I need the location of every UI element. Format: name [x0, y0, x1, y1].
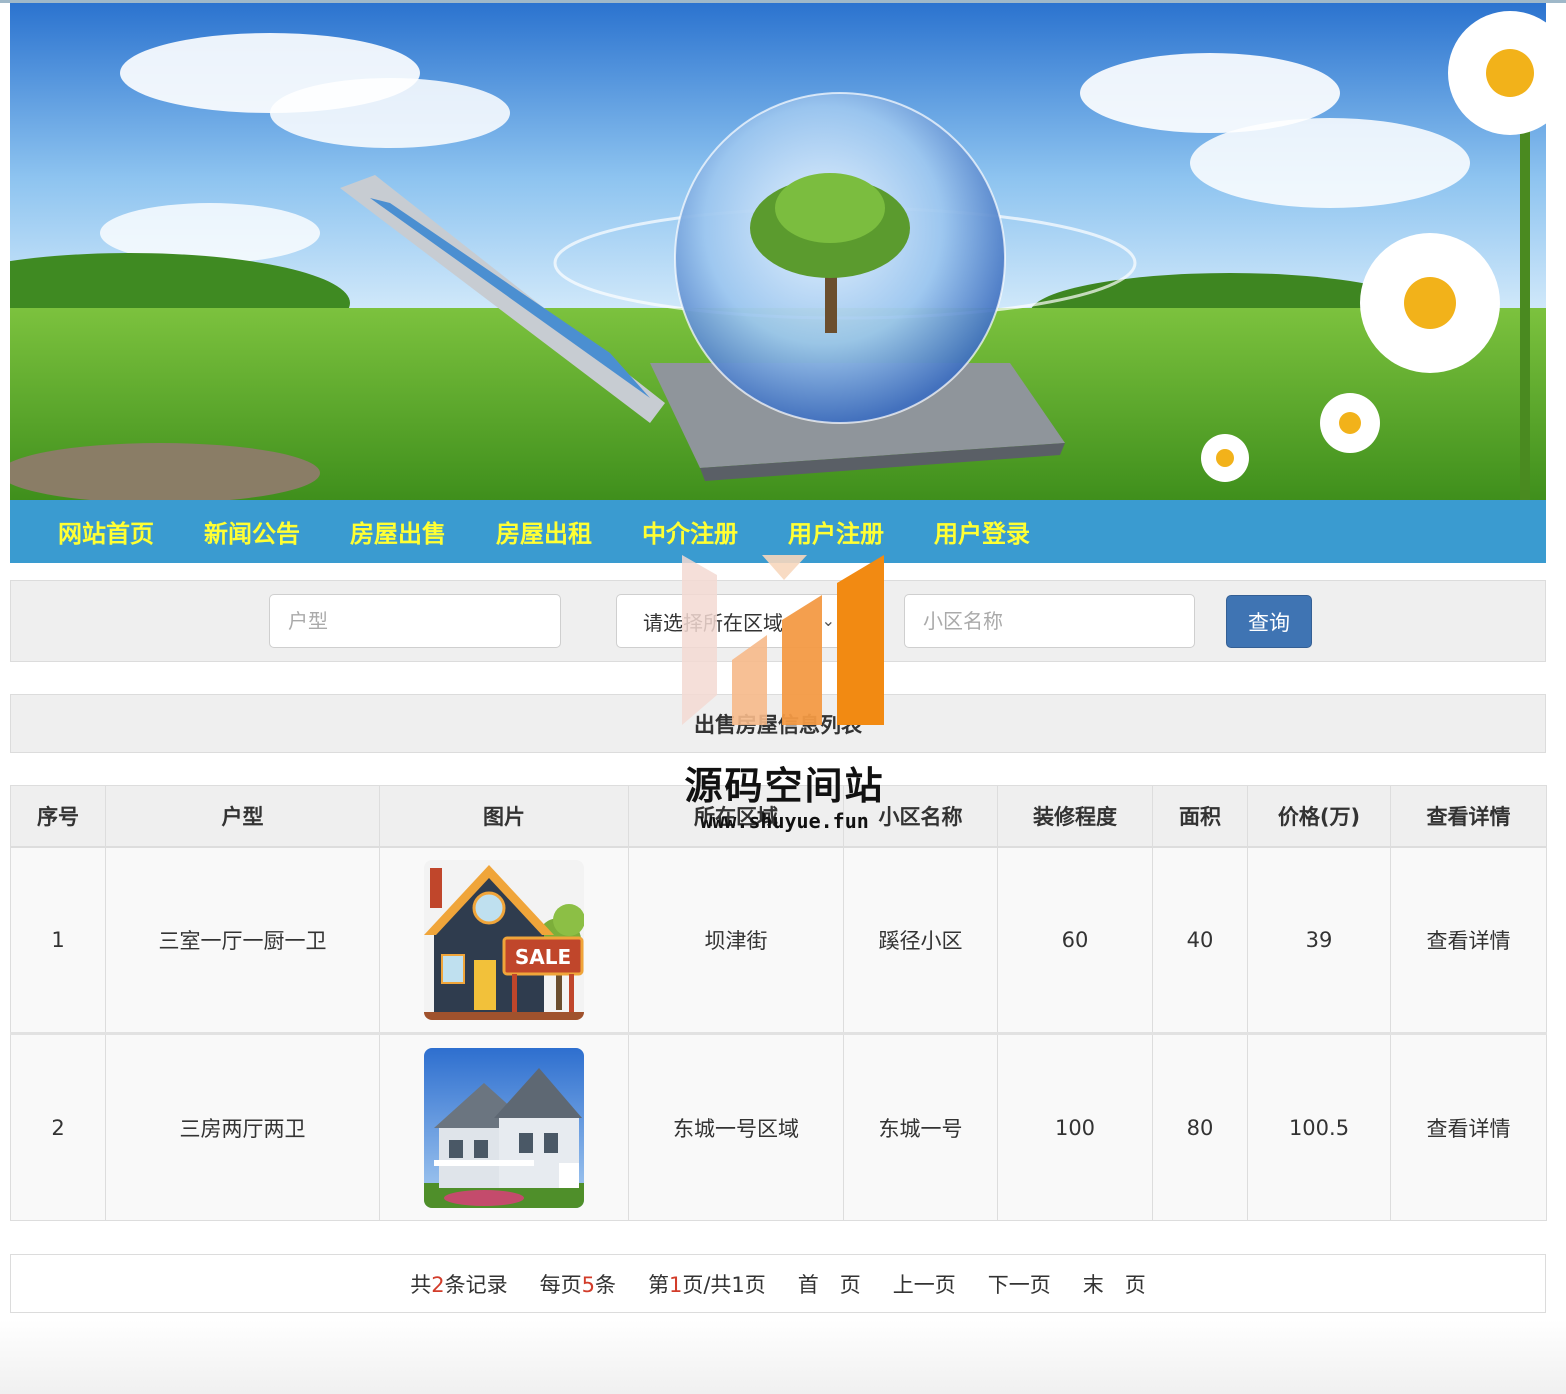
cell-price: 39	[1247, 846, 1391, 1035]
col-area: 面积	[1152, 785, 1248, 848]
query-button[interactable]: 查询	[1226, 595, 1312, 648]
nav-user-register[interactable]: 用户注册	[788, 514, 884, 549]
search-bar: 请选择所在区域 ⌄ 查询	[10, 580, 1546, 662]
cell-community: 蹊径小区	[843, 846, 998, 1035]
cell-decoration: 60	[997, 846, 1153, 1035]
nav-agent-register[interactable]: 中介注册	[642, 514, 738, 549]
cell-community: 东城一号	[843, 1033, 998, 1221]
cell-area: 80	[1152, 1033, 1248, 1221]
col-index: 序号	[10, 785, 106, 848]
cell-price: 100.5	[1247, 1033, 1391, 1221]
pagination: 共2条记录 每页5条 第1页/共1页 首 页 上一页 下一页 末 页	[10, 1254, 1546, 1313]
cell-detail: 查看详情	[1390, 846, 1547, 1035]
region-select[interactable]: 请选择所在区域 ⌄	[616, 594, 850, 648]
pager-current: 第1页/共1页	[647, 1272, 766, 1297]
pager-per-page: 每页5条	[539, 1272, 616, 1297]
nav-home[interactable]: 网站首页	[58, 514, 154, 549]
nav-house-rent[interactable]: 房屋出租	[496, 514, 592, 549]
pager-total: 共2条记录	[410, 1272, 508, 1297]
nav-news[interactable]: 新闻公告	[204, 514, 300, 549]
community-input[interactable]	[904, 594, 1195, 648]
pager-prev[interactable]: 上一页	[893, 1269, 956, 1299]
cell-decoration: 100	[997, 1033, 1153, 1221]
site-banner	[10, 3, 1546, 500]
cell-region: 坝津街	[628, 846, 844, 1035]
sale-house-illustration: SALE	[424, 859, 584, 1020]
region-select-value: 请选择所在区域	[643, 610, 783, 635]
nav-user-login[interactable]: 用户登录	[934, 514, 1030, 549]
view-detail-link[interactable]: 查看详情	[1427, 1117, 1511, 1141]
cell-house-type: 三房两厅两卫	[105, 1033, 380, 1221]
view-detail-link[interactable]: 查看详情	[1427, 929, 1511, 953]
col-community: 小区名称	[843, 785, 998, 848]
cell-image	[379, 1033, 629, 1221]
pager-last[interactable]: 末 页	[1083, 1269, 1146, 1299]
table-row: 1 三室一厅一厨一卫 SALE 坝津街 蹊径小区 60 40 39 查看详情	[10, 846, 1547, 1035]
col-price: 价格(万)	[1247, 785, 1391, 848]
chevron-down-icon: ⌄	[821, 611, 835, 630]
col-detail: 查看详情	[1390, 785, 1547, 848]
banner-illustration	[10, 3, 1546, 500]
col-house-type: 户型	[105, 785, 380, 848]
sale-sign-text: SALE	[515, 945, 571, 969]
main-nav: 网站首页 新闻公告 房屋出售 房屋出租 中介注册 用户注册 用户登录	[10, 500, 1546, 563]
col-region: 所在区域	[628, 785, 844, 848]
list-title: 出售房屋信息列表	[10, 694, 1546, 753]
sale-house-image[interactable]: SALE	[424, 859, 584, 1020]
cell-detail: 查看详情	[1390, 1033, 1547, 1221]
cell-region: 东城一号区域	[628, 1033, 844, 1221]
table-row: 2 三房两厅两卫 东城一号区域 东城一号 100 80 100.5 查看详情	[10, 1033, 1547, 1221]
pager-first[interactable]: 首 页	[798, 1269, 861, 1299]
cell-area: 40	[1152, 846, 1248, 1035]
col-image: 图片	[379, 785, 629, 848]
table-header-row: 序号 户型 图片 所在区域 小区名称 装修程度 面积 价格(万) 查看详情	[10, 785, 1547, 848]
house-type-input[interactable]	[269, 594, 561, 648]
pager-next[interactable]: 下一页	[988, 1269, 1051, 1299]
house-photo	[424, 1047, 584, 1208]
nav-house-sale[interactable]: 房屋出售	[350, 514, 446, 549]
cell-index: 2	[10, 1033, 106, 1221]
house-photo-image[interactable]	[424, 1047, 584, 1208]
cell-house-type: 三室一厅一厨一卫	[105, 846, 380, 1035]
cell-index: 1	[10, 846, 106, 1035]
col-decoration: 装修程度	[997, 785, 1153, 848]
house-table: 序号 户型 图片 所在区域 小区名称 装修程度 面积 价格(万) 查看详情 1 …	[10, 785, 1547, 1221]
cell-image: SALE	[379, 846, 629, 1035]
